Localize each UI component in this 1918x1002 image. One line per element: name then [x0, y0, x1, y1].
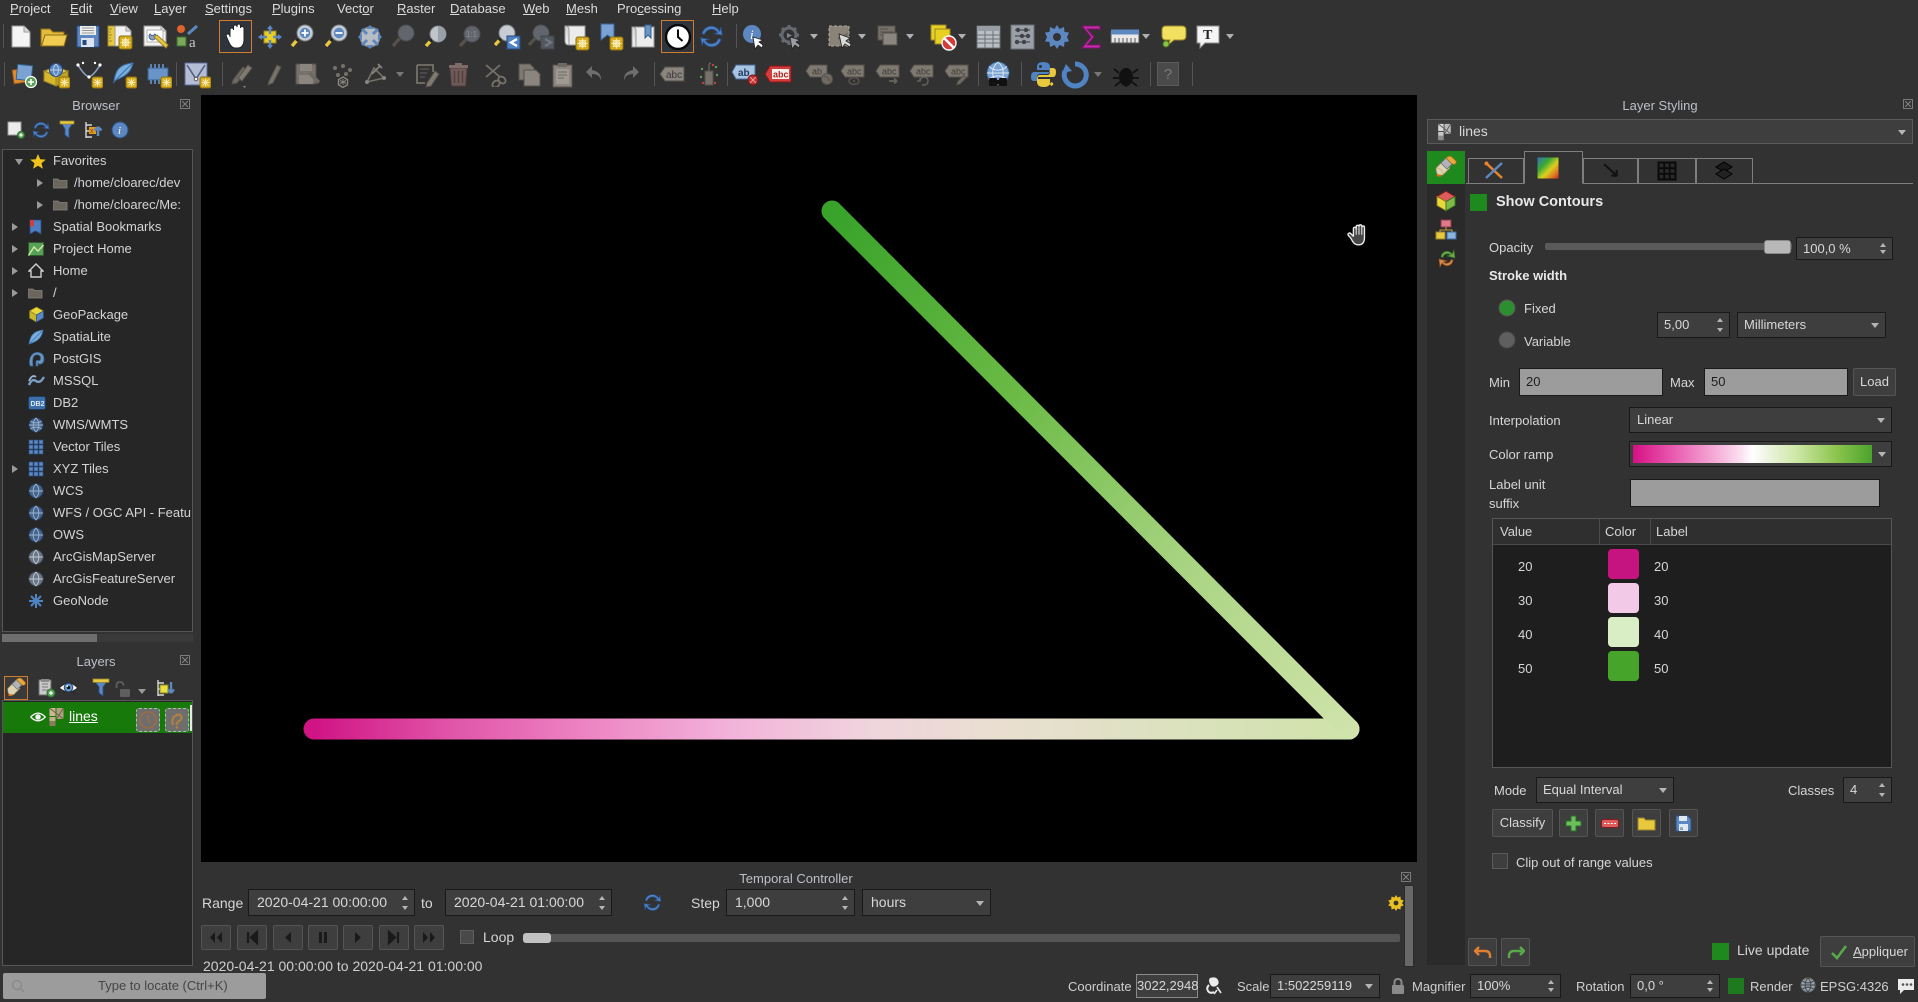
- svg-text:x: x: [90, 128, 94, 135]
- svg-text:T: T: [1203, 28, 1213, 43]
- svg-text:abc: abc: [666, 70, 682, 81]
- svg-text:1:1: 1:1: [466, 30, 478, 39]
- svg-text:ab: ab: [738, 68, 750, 79]
- svg-text:abc: abc: [773, 70, 789, 80]
- svg-text:DB2: DB2: [31, 401, 45, 408]
- svg-text:abc: abc: [882, 67, 897, 77]
- svg-text:i: i: [118, 125, 121, 137]
- svg-text:ab: ab: [812, 67, 822, 77]
- svg-text:abc: abc: [847, 67, 862, 77]
- svg-text:a: a: [1680, 826, 1683, 832]
- svg-text:abc: abc: [916, 67, 931, 77]
- svg-text:a: a: [189, 35, 196, 49]
